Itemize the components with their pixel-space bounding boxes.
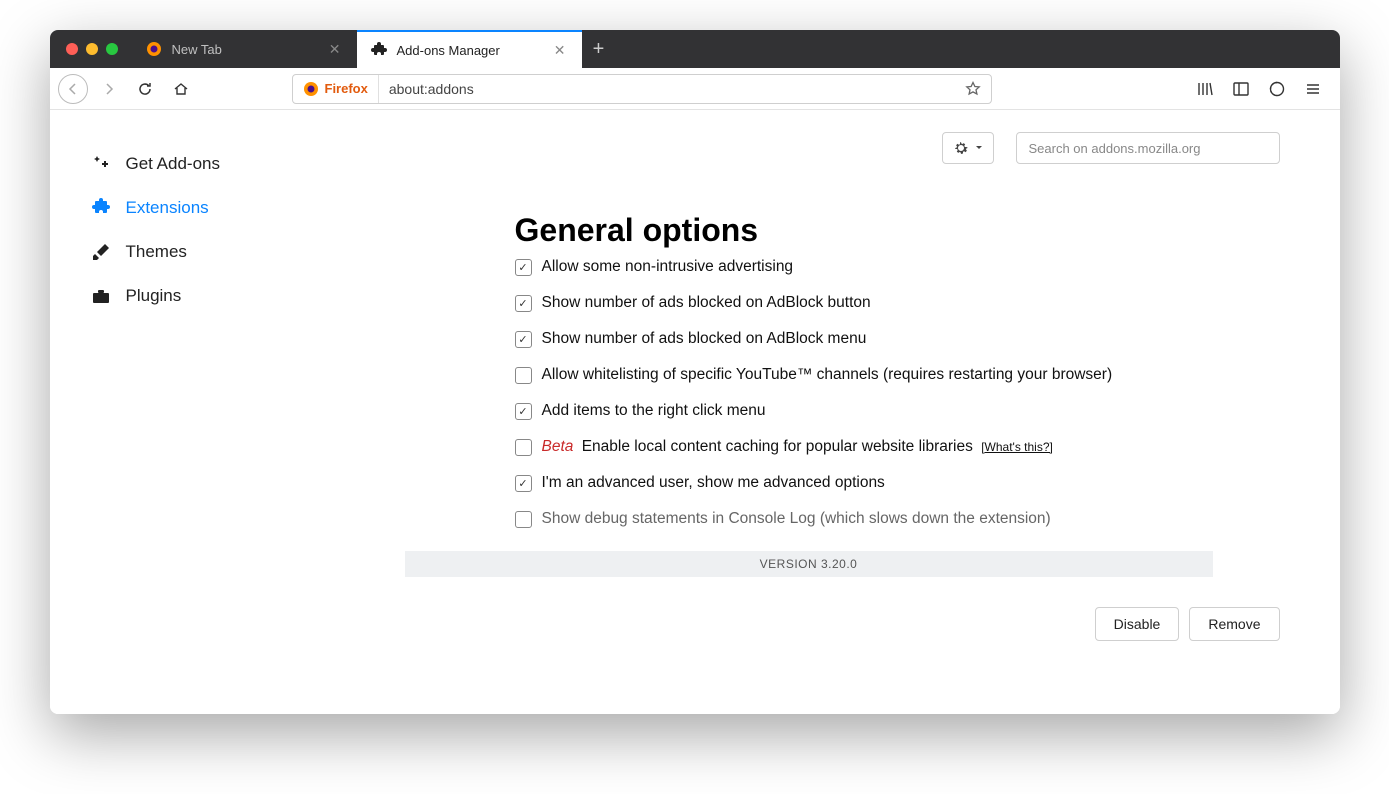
firefox-icon (303, 81, 319, 97)
detail-panel: General options Allow some non-intrusive… (405, 192, 1280, 641)
tab-addons-manager[interactable]: Add-ons Manager ✕ (357, 30, 582, 68)
sparkle-plus-icon (90, 154, 112, 174)
sidebar-item-label: Themes (126, 242, 187, 262)
option-row: Show number of ads blocked on AdBlock me… (515, 321, 1280, 357)
checkbox[interactable] (515, 295, 532, 312)
url-text: about:addons (379, 81, 955, 97)
main-toolbar (405, 132, 1280, 192)
action-row: Disable Remove (405, 577, 1280, 641)
remove-button[interactable]: Remove (1189, 607, 1279, 641)
identity-brand: Firefox (325, 81, 368, 96)
disable-button[interactable]: Disable (1095, 607, 1180, 641)
version-bar: VERSION 3.20.0 (405, 551, 1213, 577)
sidebar: Get Add-ons Extensions Themes Plugins (50, 110, 405, 714)
option-row: Show number of ads blocked on AdBlock bu… (515, 285, 1280, 321)
tab-bar: New Tab ✕ Add-ons Manager ✕ + (50, 30, 1340, 68)
checkbox[interactable] (515, 403, 532, 420)
content-area: Get Add-ons Extensions Themes Plugins (50, 110, 1340, 714)
option-row: Allow whitelisting of specific YouTube™ … (515, 357, 1280, 393)
back-button[interactable] (58, 74, 88, 104)
panel-title: General options (515, 212, 1280, 249)
option-row: I'm an advanced user, show me advanced o… (515, 465, 1280, 501)
option-label: Add items to the right click menu (542, 402, 766, 420)
option-row: Beta Enable local content caching for po… (515, 429, 1280, 465)
tab-close-icon[interactable]: ✕ (325, 40, 345, 58)
checkbox[interactable] (515, 259, 532, 276)
option-label: Allow whitelisting of specific YouTube™ … (542, 366, 1113, 384)
option-label: Show number of ads blocked on AdBlock me… (542, 330, 867, 348)
brush-icon (90, 242, 112, 262)
option-label: Enable local content caching for popular… (582, 438, 973, 455)
library-icon[interactable] (1190, 74, 1220, 104)
menu-icon[interactable] (1298, 74, 1328, 104)
browser-window: New Tab ✕ Add-ons Manager ✕ + (50, 30, 1340, 714)
firefox-icon (146, 41, 162, 57)
chevron-down-icon (975, 144, 983, 152)
option-label: Allow some non-intrusive advertising (542, 258, 794, 276)
tools-menu-button[interactable] (942, 132, 994, 164)
briefcase-icon (90, 286, 112, 306)
checkbox[interactable] (515, 367, 532, 384)
beta-badge: Beta (542, 438, 574, 455)
nav-bar: Firefox about:addons (50, 68, 1340, 110)
checkbox[interactable] (515, 475, 532, 492)
option-label: Show debug statements in Console Log (wh… (542, 510, 1051, 528)
sidebar-item-extensions[interactable]: Extensions (50, 186, 405, 230)
tabs: New Tab ✕ Add-ons Manager ✕ (132, 30, 582, 68)
checkbox[interactable] (515, 439, 532, 456)
tab-new-tab[interactable]: New Tab ✕ (132, 30, 357, 68)
bookmark-star-icon[interactable] (955, 81, 991, 97)
main-area: General options Allow some non-intrusive… (405, 110, 1340, 714)
tab-label: Add-ons Manager (397, 43, 500, 58)
new-tab-button[interactable]: + (582, 30, 616, 68)
nav-right-controls (1190, 74, 1332, 104)
tab-close-icon[interactable]: ✕ (550, 41, 570, 59)
option-row: Add items to the right click menu (515, 393, 1280, 429)
window-controls (50, 30, 132, 68)
forward-button[interactable] (94, 74, 124, 104)
checkbox[interactable] (515, 331, 532, 348)
home-button[interactable] (166, 74, 196, 104)
option-label: I'm an advanced user, show me advanced o… (542, 474, 885, 492)
checkbox[interactable] (515, 511, 532, 528)
close-window-icon[interactable] (66, 43, 78, 55)
shield-icon[interactable] (1262, 74, 1292, 104)
sidebar-item-plugins[interactable]: Plugins (50, 274, 405, 318)
tab-label: New Tab (172, 42, 222, 57)
maximize-window-icon[interactable] (106, 43, 118, 55)
puzzle-icon (90, 198, 112, 218)
option-row: Allow some non-intrusive advertising (515, 249, 1280, 285)
reload-button[interactable] (130, 74, 160, 104)
gear-icon (953, 140, 969, 156)
option-label: Show number of ads blocked on AdBlock bu… (542, 294, 871, 312)
minimize-window-icon[interactable] (86, 43, 98, 55)
sidebar-item-label: Plugins (126, 286, 182, 306)
puzzle-icon (371, 42, 387, 58)
url-bar[interactable]: Firefox about:addons (292, 74, 992, 104)
option-row: Show debug statements in Console Log (wh… (515, 501, 1280, 537)
search-input[interactable] (1016, 132, 1280, 164)
identity-box[interactable]: Firefox (293, 75, 379, 103)
sidebar-item-themes[interactable]: Themes (50, 230, 405, 274)
whats-this-link[interactable]: [What's this?] (981, 440, 1053, 454)
sidebar-icon[interactable] (1226, 74, 1256, 104)
sidebar-item-label: Extensions (126, 198, 209, 218)
sidebar-item-get-addons[interactable]: Get Add-ons (50, 142, 405, 186)
sidebar-item-label: Get Add-ons (126, 154, 221, 174)
